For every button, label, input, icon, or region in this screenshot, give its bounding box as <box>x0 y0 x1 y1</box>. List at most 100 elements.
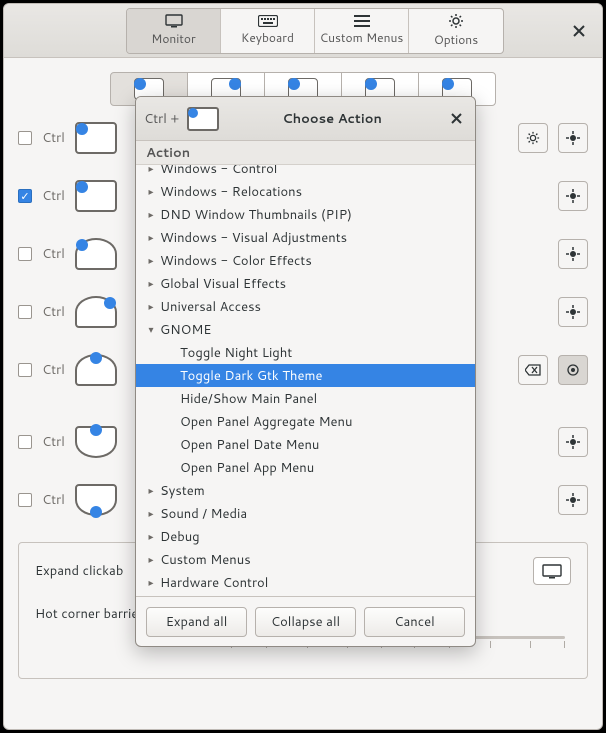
tree-label: Open Panel Date Menu <box>180 436 319 454</box>
target-icon <box>566 493 580 507</box>
chevron-right-icon: ▸ <box>144 300 158 314</box>
ctrl-checkbox[interactable] <box>18 247 32 261</box>
ctrl-checkbox[interactable] <box>18 305 32 319</box>
chevron-right-icon: ▸ <box>144 484 158 498</box>
tree-label: Debug <box>160 528 200 546</box>
tab-monitor[interactable]: Monitor <box>127 9 221 53</box>
chevron-right-icon: ▸ <box>144 277 158 291</box>
target-button[interactable] <box>558 123 588 153</box>
dialog-header: Ctrl + Choose Action <box>136 97 475 141</box>
tree-leaf[interactable]: Toggle Night Light <box>136 341 475 364</box>
expand-label: Expand clickab <box>35 562 123 580</box>
tree-node[interactable]: ▸Hardware Control <box>136 571 475 594</box>
dialog-title: Choose Action <box>227 110 437 128</box>
ctrl-checkbox[interactable] <box>18 493 32 507</box>
dialog-close-button[interactable] <box>445 108 467 130</box>
chevron-right-icon: ▸ <box>144 507 158 521</box>
tree-node[interactable]: ▸Windows - Relocations <box>136 180 475 203</box>
tree-node[interactable]: ▸Windows - Visual Adjustments <box>136 226 475 249</box>
corner-selector[interactable] <box>75 296 117 328</box>
choose-action-dialog: Ctrl + Choose Action Action ▸Windows - C… <box>135 96 476 647</box>
header-tab-group: Monitor Keyboard Custom Menus Options <box>126 8 504 54</box>
tree-node[interactable]: ▸Global Visual Effects <box>136 272 475 295</box>
backspace-icon <box>525 364 541 376</box>
chevron-right-icon: ▸ <box>144 530 158 544</box>
tree-node[interactable]: ▸Custom Menus <box>136 548 475 571</box>
tree-label: Custom Menus <box>160 551 251 569</box>
tree-leaf[interactable]: Open Panel Aggregate Menu <box>136 410 475 433</box>
corner-selector[interactable] <box>75 238 117 270</box>
tree-leaf[interactable]: Toggle Dark Gtk Theme <box>136 364 475 387</box>
target-icon <box>566 305 580 319</box>
chevron-right-icon: ▸ <box>144 553 158 567</box>
tab-keyboard-label: Keyboard <box>241 29 294 46</box>
corner-icon <box>187 107 219 131</box>
backspace-button[interactable] <box>518 355 548 385</box>
cancel-button[interactable]: Cancel <box>364 607 465 637</box>
tree-node[interactable]: ▸Universal Access <box>136 295 475 318</box>
target-icon <box>566 189 580 203</box>
chevron-right-icon: ▸ <box>144 576 158 590</box>
tree-label: Toggle Dark Gtk Theme <box>180 367 322 385</box>
tree-leaf[interactable]: Open Panel App Menu <box>136 456 475 479</box>
target-button[interactable] <box>558 181 588 211</box>
tree-node[interactable]: ▸Windows - Control <box>136 165 475 180</box>
target-button[interactable] <box>558 427 588 457</box>
tree-label: Open Panel Aggregate Menu <box>180 413 352 431</box>
tree-label: Global Visual Effects <box>160 275 286 293</box>
tree-leaf[interactable]: Open Panel Date Menu <box>136 433 475 456</box>
ctrl-checkbox[interactable] <box>18 189 32 203</box>
chevron-right-icon: ▸ <box>144 185 158 199</box>
chevron-right-icon: ▸ <box>144 254 158 268</box>
close-icon <box>573 25 585 37</box>
ctrl-checkbox[interactable] <box>18 435 32 449</box>
tab-custom-menus[interactable]: Custom Menus <box>315 9 409 53</box>
chevron-right-icon: ▸ <box>144 231 158 245</box>
corner-selector[interactable] <box>75 354 117 386</box>
tab-keyboard[interactable]: Keyboard <box>221 9 315 53</box>
tree-node[interactable]: ▸Sound / Media <box>136 502 475 525</box>
target-button[interactable] <box>558 485 588 515</box>
monitor-button[interactable] <box>533 557 571 585</box>
tree-node[interactable]: ▸DND Window Thumbnails (PIP) <box>136 203 475 226</box>
tree-label: Hide/Show Main Panel <box>180 390 317 408</box>
ctrl-checkbox[interactable] <box>18 363 32 377</box>
ctrl-label: Ctrl <box>42 433 65 451</box>
menu-icon <box>354 15 370 27</box>
corner-selector[interactable] <box>75 180 117 212</box>
corner-selector[interactable] <box>75 484 117 516</box>
window-close-button[interactable] <box>566 18 592 44</box>
tree-label: Universal Access <box>160 298 261 316</box>
keyboard-icon <box>258 15 278 27</box>
target-icon <box>566 363 580 377</box>
corner-selector[interactable] <box>75 122 117 154</box>
target-button[interactable] <box>558 239 588 269</box>
tree-node[interactable]: ▸System <box>136 479 475 502</box>
tree-label: Toggle Night Light <box>180 344 292 362</box>
collapse-all-button[interactable]: Collapse all <box>255 607 356 637</box>
tree-label: Hardware Control <box>160 574 268 592</box>
target-button[interactable] <box>558 297 588 327</box>
corner-selector[interactable] <box>75 426 117 458</box>
dialog-footer: Expand all Collapse all Cancel <box>136 596 475 646</box>
ctrl-checkbox[interactable] <box>18 131 32 145</box>
ctrl-label: Ctrl <box>42 245 65 263</box>
tree-node[interactable]: ▸Debug <box>136 525 475 548</box>
tree-label: System <box>160 482 205 500</box>
tree-node[interactable]: ▾GNOME <box>136 318 475 341</box>
gear-button[interactable] <box>518 123 548 153</box>
expand-all-button[interactable]: Expand all <box>146 607 247 637</box>
tree-label: Windows - Visual Adjustments <box>160 229 347 247</box>
tree-label: Windows - Color Effects <box>160 252 312 270</box>
tree-leaf[interactable]: Hide/Show Main Panel <box>136 387 475 410</box>
target-button[interactable] <box>558 355 588 385</box>
ctrl-label: Ctrl <box>42 303 65 321</box>
tree-label: Open Panel App Menu <box>180 459 314 477</box>
tree-label: DND Window Thumbnails (PIP) <box>160 206 352 224</box>
tab-options[interactable]: Options <box>409 9 503 53</box>
target-icon <box>566 131 580 145</box>
dialog-section-header: Action <box>136 141 475 165</box>
chevron-right-icon: ▸ <box>144 165 158 176</box>
action-tree[interactable]: ▸Windows - Control▸Windows - Relocations… <box>136 165 475 596</box>
tree-node[interactable]: ▸Windows - Color Effects <box>136 249 475 272</box>
